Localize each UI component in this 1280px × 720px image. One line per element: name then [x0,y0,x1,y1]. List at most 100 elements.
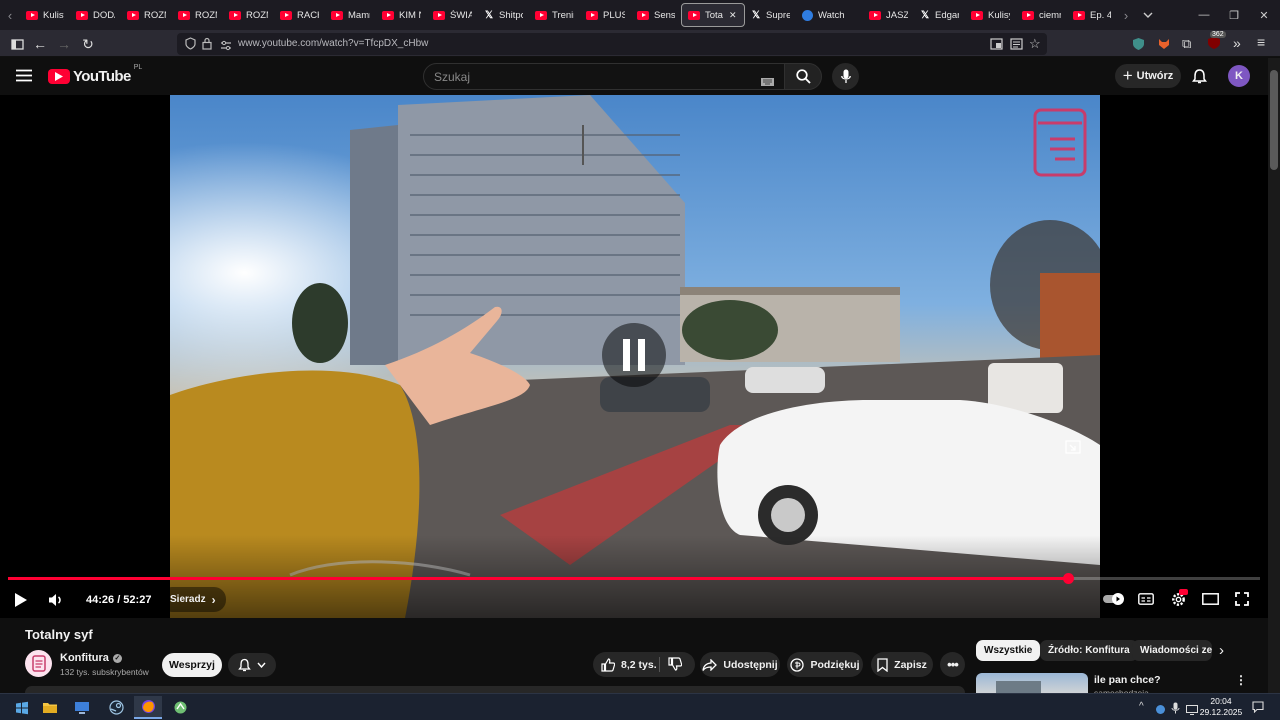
description-box[interactable] [25,686,965,693]
extensions-puzzle-icon[interactable]: ⧉ [1182,36,1191,52]
tray-app-icon[interactable] [1155,702,1166,720]
file-explorer-icon[interactable] [36,696,64,719]
minimize-icon[interactable]: — [1188,0,1220,30]
taskbar-clock[interactable]: 20:04 29.12.2025 [1196,696,1246,718]
lock-icon[interactable] [202,37,212,55]
url-text[interactable]: www.youtube.com/watch?v=TfcpDX_cHbw [238,38,428,49]
browser-tab[interactable]: Trenin [529,3,580,27]
browser-tab[interactable]: 𝕏 Edgar [914,3,965,27]
browser-tab[interactable]: KIM N [376,3,427,27]
suggestion-title[interactable]: ile pan chce? [1094,674,1161,686]
suggestion-menu-icon[interactable]: ⋮ [1235,673,1247,687]
url-bar[interactable]: www.youtube.com/watch?v=TfcpDX_cHbw ☆ [177,33,1047,55]
browser-tab[interactable]: ROZM [223,3,274,27]
browser-tab[interactable]: RACH [274,3,325,27]
chip-from-channel[interactable]: Źródło: Konfitura [1040,640,1138,661]
notifications-bell-icon[interactable] [1192,68,1207,90]
close-window-icon[interactable]: ✕ [1248,0,1280,30]
pause-overlay-icon[interactable] [602,323,666,387]
mute-button[interactable] [45,590,67,610]
chips-next-icon[interactable]: › [1219,642,1224,659]
save-button[interactable]: Zapisz [871,652,933,677]
more-actions-button[interactable]: ••• [940,652,965,677]
channel-name[interactable]: Konfitura ✓ [60,652,122,664]
like-button[interactable]: 8,2 tys. [601,657,657,672]
chip-all[interactable]: Wszystkie [976,640,1041,661]
youtube-logo[interactable]: YouTube PL [48,64,142,85]
scrollbar-thumb[interactable] [1270,70,1278,170]
tray-expand-icon[interactable]: ^ [1139,701,1144,712]
restore-icon[interactable]: ❐ [1218,0,1250,30]
browser-tab[interactable]: Sens p [631,3,681,27]
tab-scroll-right-icon[interactable]: › [1116,0,1136,30]
firefox-icon[interactable] [134,696,162,719]
start-icon[interactable] [8,696,36,719]
browser-tab[interactable]: ROZM [172,3,223,27]
chip-news[interactable]: Wiadomości ze ś [1132,640,1212,661]
browser-tab-active[interactable]: Tota ✕ [681,3,745,27]
subscription-bell-button[interactable] [228,653,276,677]
close-tab-icon[interactable]: ✕ [729,10,737,21]
tray-microphone-icon[interactable] [1171,701,1180,719]
sidebar-toggle-icon[interactable] [6,33,28,55]
chapter-button[interactable]: Sieradz › [160,587,226,612]
browser-tab[interactable]: ciemn [1016,3,1067,27]
reader-view-icon[interactable] [1010,37,1023,55]
dislike-button[interactable] [668,657,683,674]
share-button[interactable]: Udostępnij [700,652,780,677]
browser-tab[interactable]: ROZM [121,3,172,27]
reload-icon[interactable]: ↻ [77,33,99,55]
browser-tab[interactable]: 𝕏 Supre [745,3,796,27]
account-avatar[interactable]: K [1228,65,1250,87]
suggestion-thumbnail[interactable] [976,673,1088,693]
settings-gear-icon[interactable] [1168,589,1188,609]
browser-tab[interactable]: PLUSK [580,3,631,27]
app-menu-icon[interactable]: ≡ [1257,34,1265,50]
more-tools-icon[interactable]: » [1233,35,1241,51]
steam-icon[interactable] [102,696,130,719]
browser-tab[interactable]: Mamr [325,3,376,27]
browser-tab[interactable]: ŚWIĄ [427,3,478,27]
theater-mode-icon[interactable] [1200,591,1220,607]
browser-tab[interactable]: Ep. 4 [1067,3,1117,27]
browser-tab[interactable]: 𝕏 Shitpo [478,3,529,27]
extension-shield-icon[interactable] [1132,37,1145,56]
shield-icon[interactable] [185,37,196,55]
browser-tab[interactable]: JASZC [863,3,914,27]
scrubber-handle[interactable] [1063,573,1074,584]
extension-fox-icon[interactable] [1157,37,1171,55]
voice-search-button[interactable] [832,63,859,90]
tab-scroll-left-icon[interactable]: ‹ [0,0,20,30]
thanks-button[interactable]: Podziękuj [787,652,863,677]
bookmark-star-icon[interactable]: ☆ [1029,36,1041,52]
miniplayer-icon[interactable] [1065,440,1081,459]
video-player[interactable]: 44:26 / 52:27 Sieradz › [0,95,1268,618]
autoplay-toggle[interactable] [1103,592,1127,606]
notifications-center-icon[interactable] [1252,700,1264,718]
list-all-tabs-icon[interactable] [1138,0,1158,30]
page-scrollbar[interactable] [1268,58,1280,693]
browser-tab[interactable]: DODA [70,3,121,27]
youtube-icon [331,10,343,20]
app-icon[interactable] [166,696,194,719]
keyboard-icon[interactable] [761,73,774,91]
guide-menu-icon[interactable] [16,69,32,87]
fullscreen-icon[interactable] [1233,590,1251,608]
support-button[interactable]: Wesprzyj [162,653,222,677]
search-button[interactable] [784,63,822,90]
browser-tab[interactable]: Kulisy [20,3,70,27]
subtitles-icon[interactable] [1137,591,1155,607]
browser-tab[interactable]: Watch [796,3,863,27]
play-button[interactable] [10,590,32,610]
permissions-icon[interactable] [220,38,232,56]
create-button[interactable]: + Utwórz [1115,64,1181,88]
forward-icon[interactable]: → [53,33,75,55]
picture-in-picture-icon[interactable] [990,37,1003,55]
channel-avatar[interactable] [25,650,52,677]
extension-ublock-icon[interactable]: 362 [1207,31,1226,55]
search-input[interactable]: Szukaj [423,63,785,90]
browser-tab[interactable]: Kulisy [965,3,1016,27]
back-icon[interactable]: ← [29,33,51,55]
computer-app-icon[interactable] [68,696,96,719]
channel-name-text[interactable]: Konfitura [60,652,109,664]
